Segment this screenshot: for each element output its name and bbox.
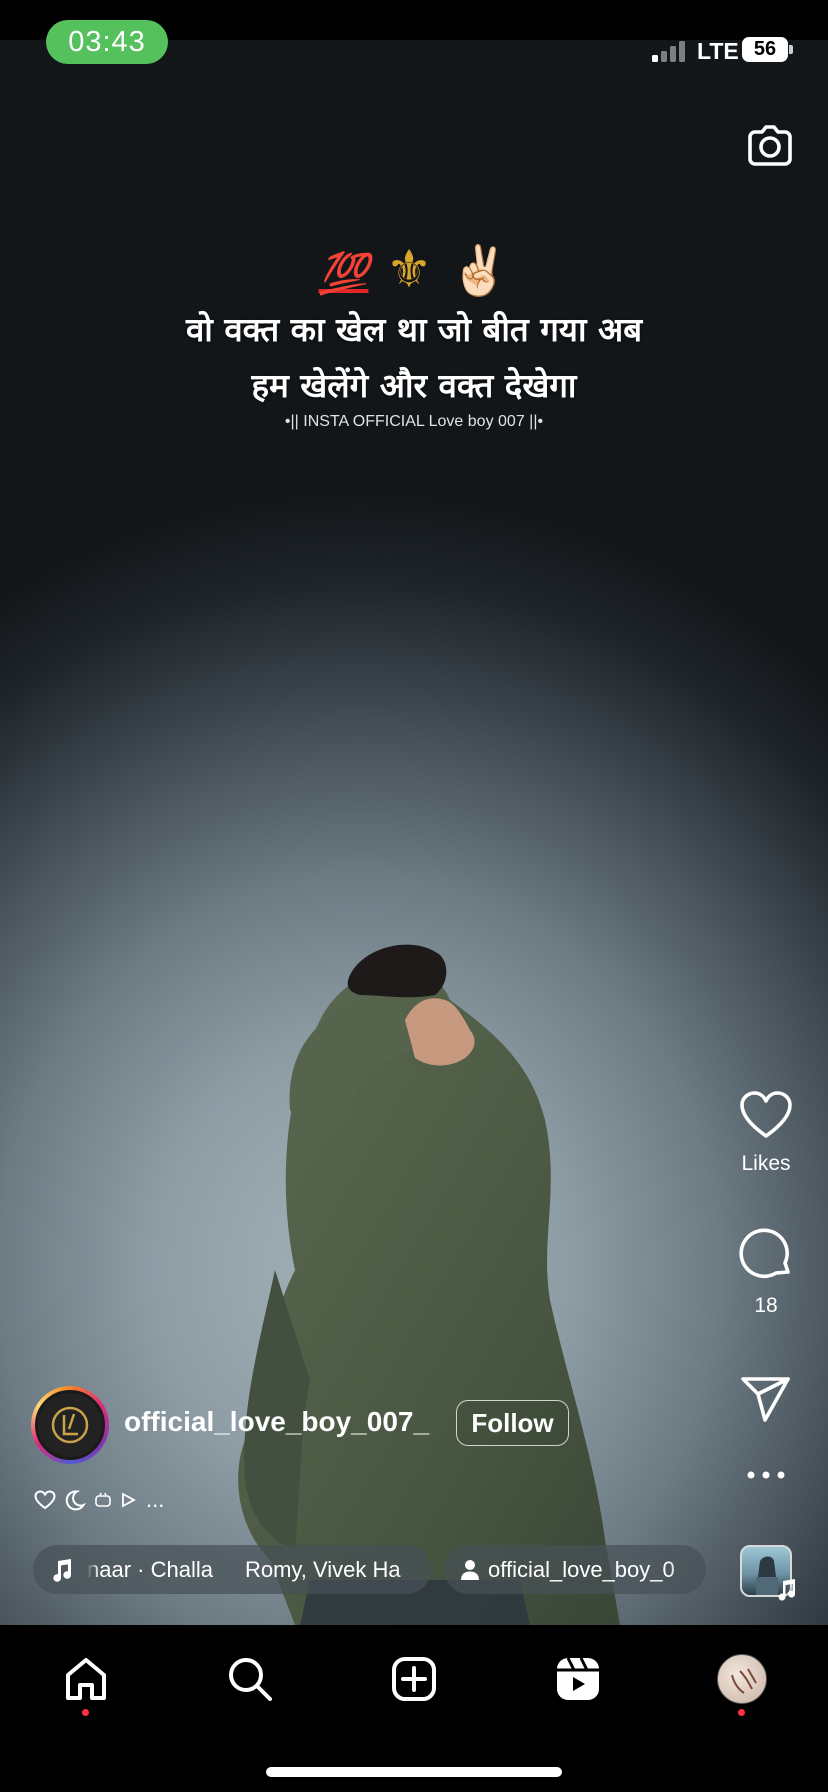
heart-emoji-icon (34, 1490, 56, 1510)
profile-notification-dot (738, 1709, 745, 1716)
victory-hand-emoji: ✌🏻 (449, 245, 510, 298)
comment-action[interactable]: 18 (726, 1228, 806, 1318)
person-in-hoodie-image (238, 944, 621, 1625)
tagged-user-chip[interactable]: official_love_boy_0 (444, 1545, 706, 1594)
comment-icon[interactable] (739, 1228, 793, 1282)
nav-profile[interactable] (712, 1649, 772, 1709)
play-arrow-icon (122, 1492, 136, 1508)
home-icon[interactable] (62, 1655, 110, 1703)
reels-screen: 03:43 LTE 56 💯 ⚜ ✌🏻 वो वक्त का खेल था जो… (0, 0, 828, 1792)
music-note-icon (778, 1579, 796, 1601)
music-note-icon (53, 1558, 72, 1582)
network-type: LTE (697, 38, 739, 64)
rice-ball-emoji-icon (95, 1492, 111, 1507)
home-indicator (266, 1767, 562, 1777)
signal-strength-icon (652, 38, 692, 62)
battery-cap (789, 45, 793, 54)
status-time: 03:43 (46, 20, 168, 64)
nav-reels[interactable] (548, 1649, 608, 1709)
audio-chip[interactable]: naar · Challa Romy, Vivek Ha (33, 1545, 431, 1594)
nav-create[interactable] (384, 1649, 444, 1709)
like-action[interactable]: Likes (726, 1090, 806, 1176)
audio-artists: Romy, Vivek Ha (244, 1556, 401, 1582)
author-username[interactable]: official_love_boy_007_ (124, 1406, 429, 1438)
overlay-emojis: 💯 ⚜ ✌🏻 (0, 240, 828, 300)
bottom-navigation (0, 1625, 828, 1792)
profile-avatar[interactable] (717, 1654, 767, 1704)
likes-label: Likes (741, 1152, 791, 1175)
home-notification-dot (82, 1709, 89, 1716)
plus-square-icon[interactable] (390, 1655, 438, 1703)
caption-more[interactable]: ... (146, 1487, 164, 1513)
person-icon (461, 1559, 479, 1580)
caption-row[interactable]: ... (34, 1486, 164, 1514)
search-icon[interactable] (226, 1655, 274, 1703)
heart-icon[interactable] (739, 1090, 793, 1140)
follow-button[interactable]: Follow (456, 1400, 569, 1446)
author-avatar[interactable] (31, 1386, 109, 1464)
moon-emoji-icon (65, 1490, 86, 1511)
comments-count: 18 (754, 1294, 778, 1317)
send-icon[interactable] (740, 1375, 792, 1423)
overlay-watermark: •|| INSTA OFFICIAL Love boy 007 ||• (284, 413, 544, 430)
audio-track-name: naar · Challa (87, 1556, 213, 1582)
hundred-emoji: 💯 (318, 252, 369, 296)
more-options[interactable] (726, 1470, 806, 1480)
nav-search[interactable] (220, 1649, 280, 1709)
overlay-text-line-1: वो वक्त का खेल था जो बीत गया अब (185, 310, 643, 349)
battery-level: 56 (742, 37, 788, 62)
camera-icon[interactable] (744, 120, 796, 172)
share-action[interactable] (726, 1375, 806, 1423)
reels-icon[interactable] (554, 1655, 602, 1703)
fleur-de-lis-emoji: ⚜ (385, 241, 433, 299)
tagged-username: official_love_boy_0 (488, 1556, 675, 1582)
overlay-text-line-2: हम खेलेंगे और वक्त देखेगा (251, 366, 577, 405)
more-icon[interactable] (746, 1470, 786, 1480)
nav-home[interactable] (56, 1649, 116, 1709)
